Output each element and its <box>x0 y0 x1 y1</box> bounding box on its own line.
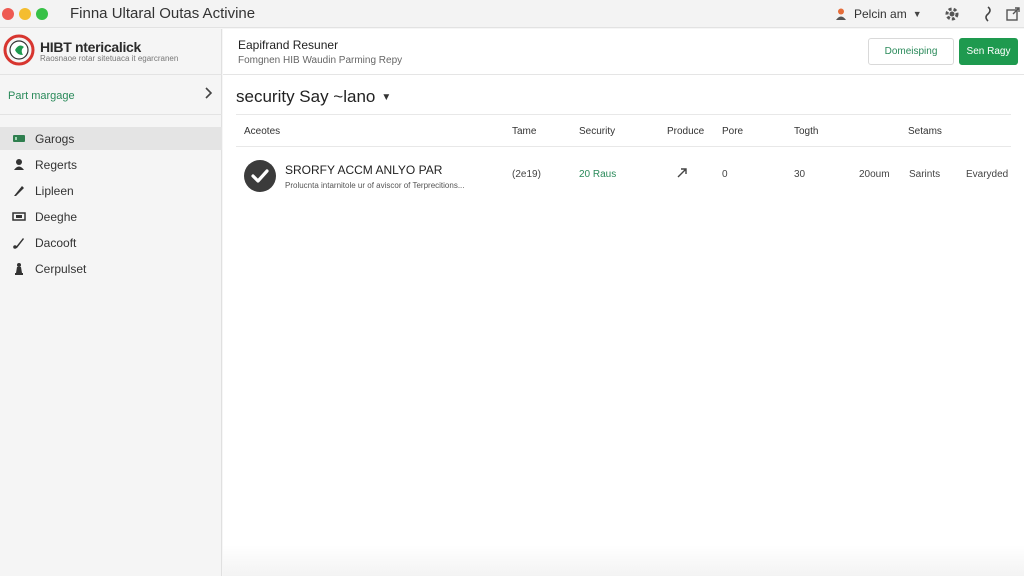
sidebar-item-label: Cerpulset <box>35 262 87 276</box>
close-window-button[interactable] <box>2 8 14 20</box>
title-bar: Finna Ultaral Outas Activine Pelcin am ▼ <box>0 0 1024 28</box>
brand-header: HIBT ntericalick Raosnaoe rotar sitetuac… <box>0 29 222 75</box>
column-header-setams[interactable]: Setams <box>908 126 942 137</box>
column-header-tame[interactable]: Tame <box>512 126 536 137</box>
sidebar-item-regerts[interactable]: Regerts <box>0 153 222 176</box>
sidebar-item-label: Garogs <box>35 132 75 146</box>
sidebar: HIBT ntericalick Raosnaoe rotar sitetuac… <box>0 29 222 576</box>
brush-icon <box>13 238 24 249</box>
table-row[interactable]: SRORFY ACCM ANLYO PAR Prolucnta intarnit… <box>236 149 1024 204</box>
primary-action-button[interactable]: Sen Ragy <box>959 38 1018 65</box>
table-header: Aceotes Tame Security Produce Pore Togth… <box>236 114 1011 147</box>
secondary-action-button[interactable]: Domeisping <box>868 38 954 65</box>
sidebar-item-cerpulset[interactable]: Cerpulset <box>0 257 222 280</box>
column-header-produce[interactable]: Produce <box>667 126 704 137</box>
part-manager-row[interactable]: Part margage <box>0 75 222 115</box>
row-description: Prolucnta intarnitole ur of aviscor of T… <box>285 181 465 190</box>
column-header-security[interactable]: Security <box>579 126 615 137</box>
view-selector[interactable]: security Say ~lano ▼ <box>236 87 391 107</box>
sidebar-item-dacooft[interactable]: Dacooft <box>0 231 222 254</box>
row-title: SRORFY ACCM ANLYO PAR <box>285 163 443 177</box>
row-security[interactable]: 20 Raus <box>579 169 616 180</box>
chevron-down-icon: ▼ <box>912 9 922 19</box>
settings-icon[interactable] <box>943 5 961 23</box>
row-setams: Sarints <box>909 169 941 180</box>
view-title: security Say ~lano <box>236 87 376 106</box>
sidebar-item-garogs[interactable]: Garogs <box>0 127 222 150</box>
row-pore: 0 <box>722 169 728 180</box>
column-header-aceotes[interactable]: Aceotes <box>244 126 280 137</box>
main-panel: Eapifrand Resuner Fomgnen HIB Waudin Par… <box>223 29 1024 576</box>
part-manager-label: Part margage <box>8 90 75 102</box>
brand-name: HIBT ntericalick <box>40 39 142 55</box>
page-title: Eapifrand Resuner <box>238 38 339 52</box>
pen-icon <box>14 186 24 196</box>
hook-icon[interactable] <box>979 5 997 23</box>
brand-logo-icon <box>3 34 35 66</box>
maximize-window-button[interactable] <box>36 8 48 20</box>
chevron-right-icon <box>205 87 213 99</box>
row-togth: 30 <box>794 169 806 180</box>
sidebar-item-lipleen[interactable]: Lipleen <box>0 179 222 202</box>
content-header: Eapifrand Resuner Fomgnen HIB Waudin Par… <box>223 29 1024 75</box>
window-title: Finna Ultaral Outas Activine <box>70 5 256 22</box>
row-time: (2e19) <box>512 169 541 180</box>
user-name: Pelcin am <box>854 7 907 21</box>
sidebar-item-label: Regerts <box>35 158 78 172</box>
check-circle-icon <box>244 160 276 192</box>
sidebar-item-label: Deeghe <box>35 210 78 224</box>
sidebar-item-label: Lipleen <box>35 184 74 198</box>
arrow-icon[interactable] <box>676 167 688 179</box>
bottom-fade <box>223 545 1024 576</box>
column-header-pore[interactable]: Pore <box>722 126 743 137</box>
row-size: 20oum <box>859 169 890 180</box>
page-subtitle: Fomgnen HIB Waudin Parming Repy <box>238 55 403 66</box>
user-icon <box>14 159 24 170</box>
sidebar-item-deeghe[interactable]: Deeghe <box>0 205 222 228</box>
user-menu[interactable]: Pelcin am ▼ <box>834 4 922 24</box>
server-icon <box>13 135 25 142</box>
monitor-icon <box>12 212 26 221</box>
chess-icon <box>15 263 23 275</box>
chevron-down-icon: ▼ <box>381 91 392 103</box>
row-status: Evaryded <box>966 169 1009 180</box>
column-header-togth[interactable]: Togth <box>794 126 818 137</box>
minimize-window-button[interactable] <box>19 8 31 20</box>
user-avatar-icon <box>836 8 846 20</box>
export-icon[interactable] <box>1004 5 1022 23</box>
sidebar-item-label: Dacooft <box>35 236 77 250</box>
brand-subtitle: Raosnaoe rotar sitetuaca it egarcranen <box>40 54 179 63</box>
